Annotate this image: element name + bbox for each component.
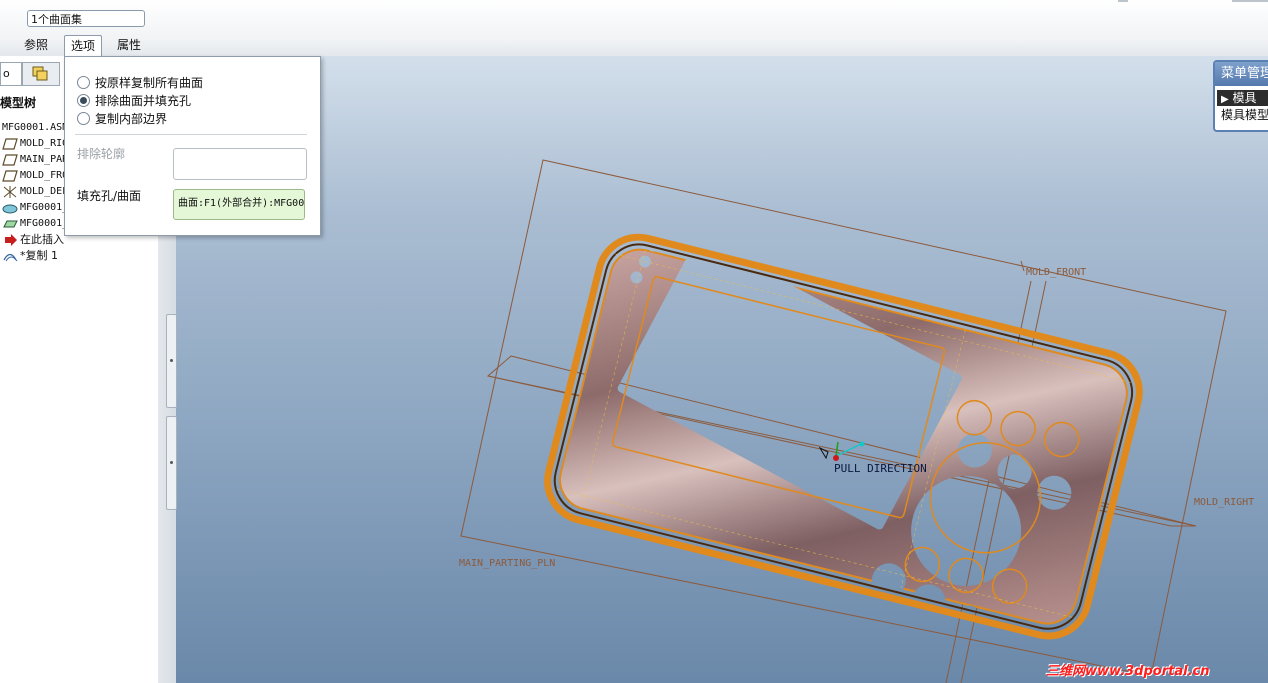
datum-label-mold-front: MOLD_FRONT [1026,267,1087,278]
insert-arrow-icon [2,233,18,247]
sash-grip-icon [170,461,173,464]
menu-manager: 菜单管理器 ▶ 模具 模具模型 [1213,60,1268,132]
menu-item-mold-model[interactable]: 模具模型 [1215,106,1268,124]
radio-button[interactable] [77,111,90,125]
pull-direction-label: PULL DIRECTION [834,462,927,475]
tree-item-label: *复制 1 [20,249,58,262]
radio-button-selected[interactable] [77,93,90,107]
option-exclude-fill[interactable]: 排除曲面并填充孔 [77,91,191,109]
sash-grip-icon [170,359,173,362]
feature-dashboard [0,0,1268,57]
dashboard-edge-mark [1118,0,1128,2]
tree-item-label: MFG0001.ASM [2,122,69,133]
tab-marker-icon: o [3,67,10,80]
tab-layers[interactable] [22,62,60,86]
tab-model-tree[interactable]: o [0,62,22,86]
menu-item-mold[interactable]: ▶ 模具 [1217,90,1268,106]
csys-icon [2,185,18,199]
datum-plane-icon [2,137,18,151]
datum-label-main-parting: MAIN_PARTING_PLN [459,558,556,569]
menu-manager-title[interactable]: 菜单管理器 [1215,62,1268,86]
option-label: 复制内部边界 [95,111,168,126]
mold-part-body [544,233,1143,640]
tab-options[interactable]: 选项 [64,35,103,56]
option-label: 按原样复制所有曲面 [95,75,204,90]
datum-label-mold-right: MOLD_RIGHT [1194,497,1255,508]
dashboard-edge-mark [1232,0,1268,2]
options-panel: 按原样复制所有曲面 排除曲面并填充孔 复制内部边界 排除轮廓 填充孔/曲面 曲面… [64,56,321,236]
tree-item-insert-here[interactable]: 在此插入 [2,232,64,248]
model-tree-header: 模型树 [0,96,37,110]
datum-plane-icon [2,169,18,183]
option-label: 排除曲面并填充孔 [95,93,192,108]
sash-handle[interactable] [166,416,177,510]
model-canvas [460,159,1227,683]
watermark: 三维网www.3dportal.cn [1046,664,1210,679]
menu-item-label: 模具 [1232,91,1257,105]
fill-holes-collector[interactable]: 曲面:F1(外部合并):MFG0001_REF [173,189,305,220]
surface-copy-icon [2,249,18,263]
tree-item-assembly[interactable]: MFG0001.ASM [2,120,68,136]
tree-item-copy-1[interactable]: *复制 1 [2,248,58,264]
part-icon [2,217,18,231]
divider [75,134,307,135]
graphics-viewport[interactable]: MOLD_FRONT MOLD_RIGHT MAIN_PARTING_PLN P… [176,56,1268,683]
option-copy-all[interactable]: 按原样复制所有曲面 [77,73,203,91]
datum-plane-icon [2,153,18,167]
part-icon [2,201,18,215]
exclude-contours-collector[interactable] [173,148,307,180]
exclude-contours-label: 排除轮廓 [77,147,126,161]
tree-item-label: 在此插入 [20,233,64,246]
surface-collector[interactable]: 1个曲面集 [27,10,145,27]
radio-button[interactable] [77,75,90,89]
tab-references[interactable]: 参照 [18,35,54,55]
fill-holes-label: 填充孔/曲面 [77,189,142,203]
option-copy-inner-boundary[interactable]: 复制内部边界 [77,109,167,127]
sash-handle[interactable] [166,314,177,408]
tab-properties[interactable]: 属性 [111,35,147,55]
layers-icon [32,66,48,81]
triangle-right-icon: ▶ [1221,94,1229,105]
